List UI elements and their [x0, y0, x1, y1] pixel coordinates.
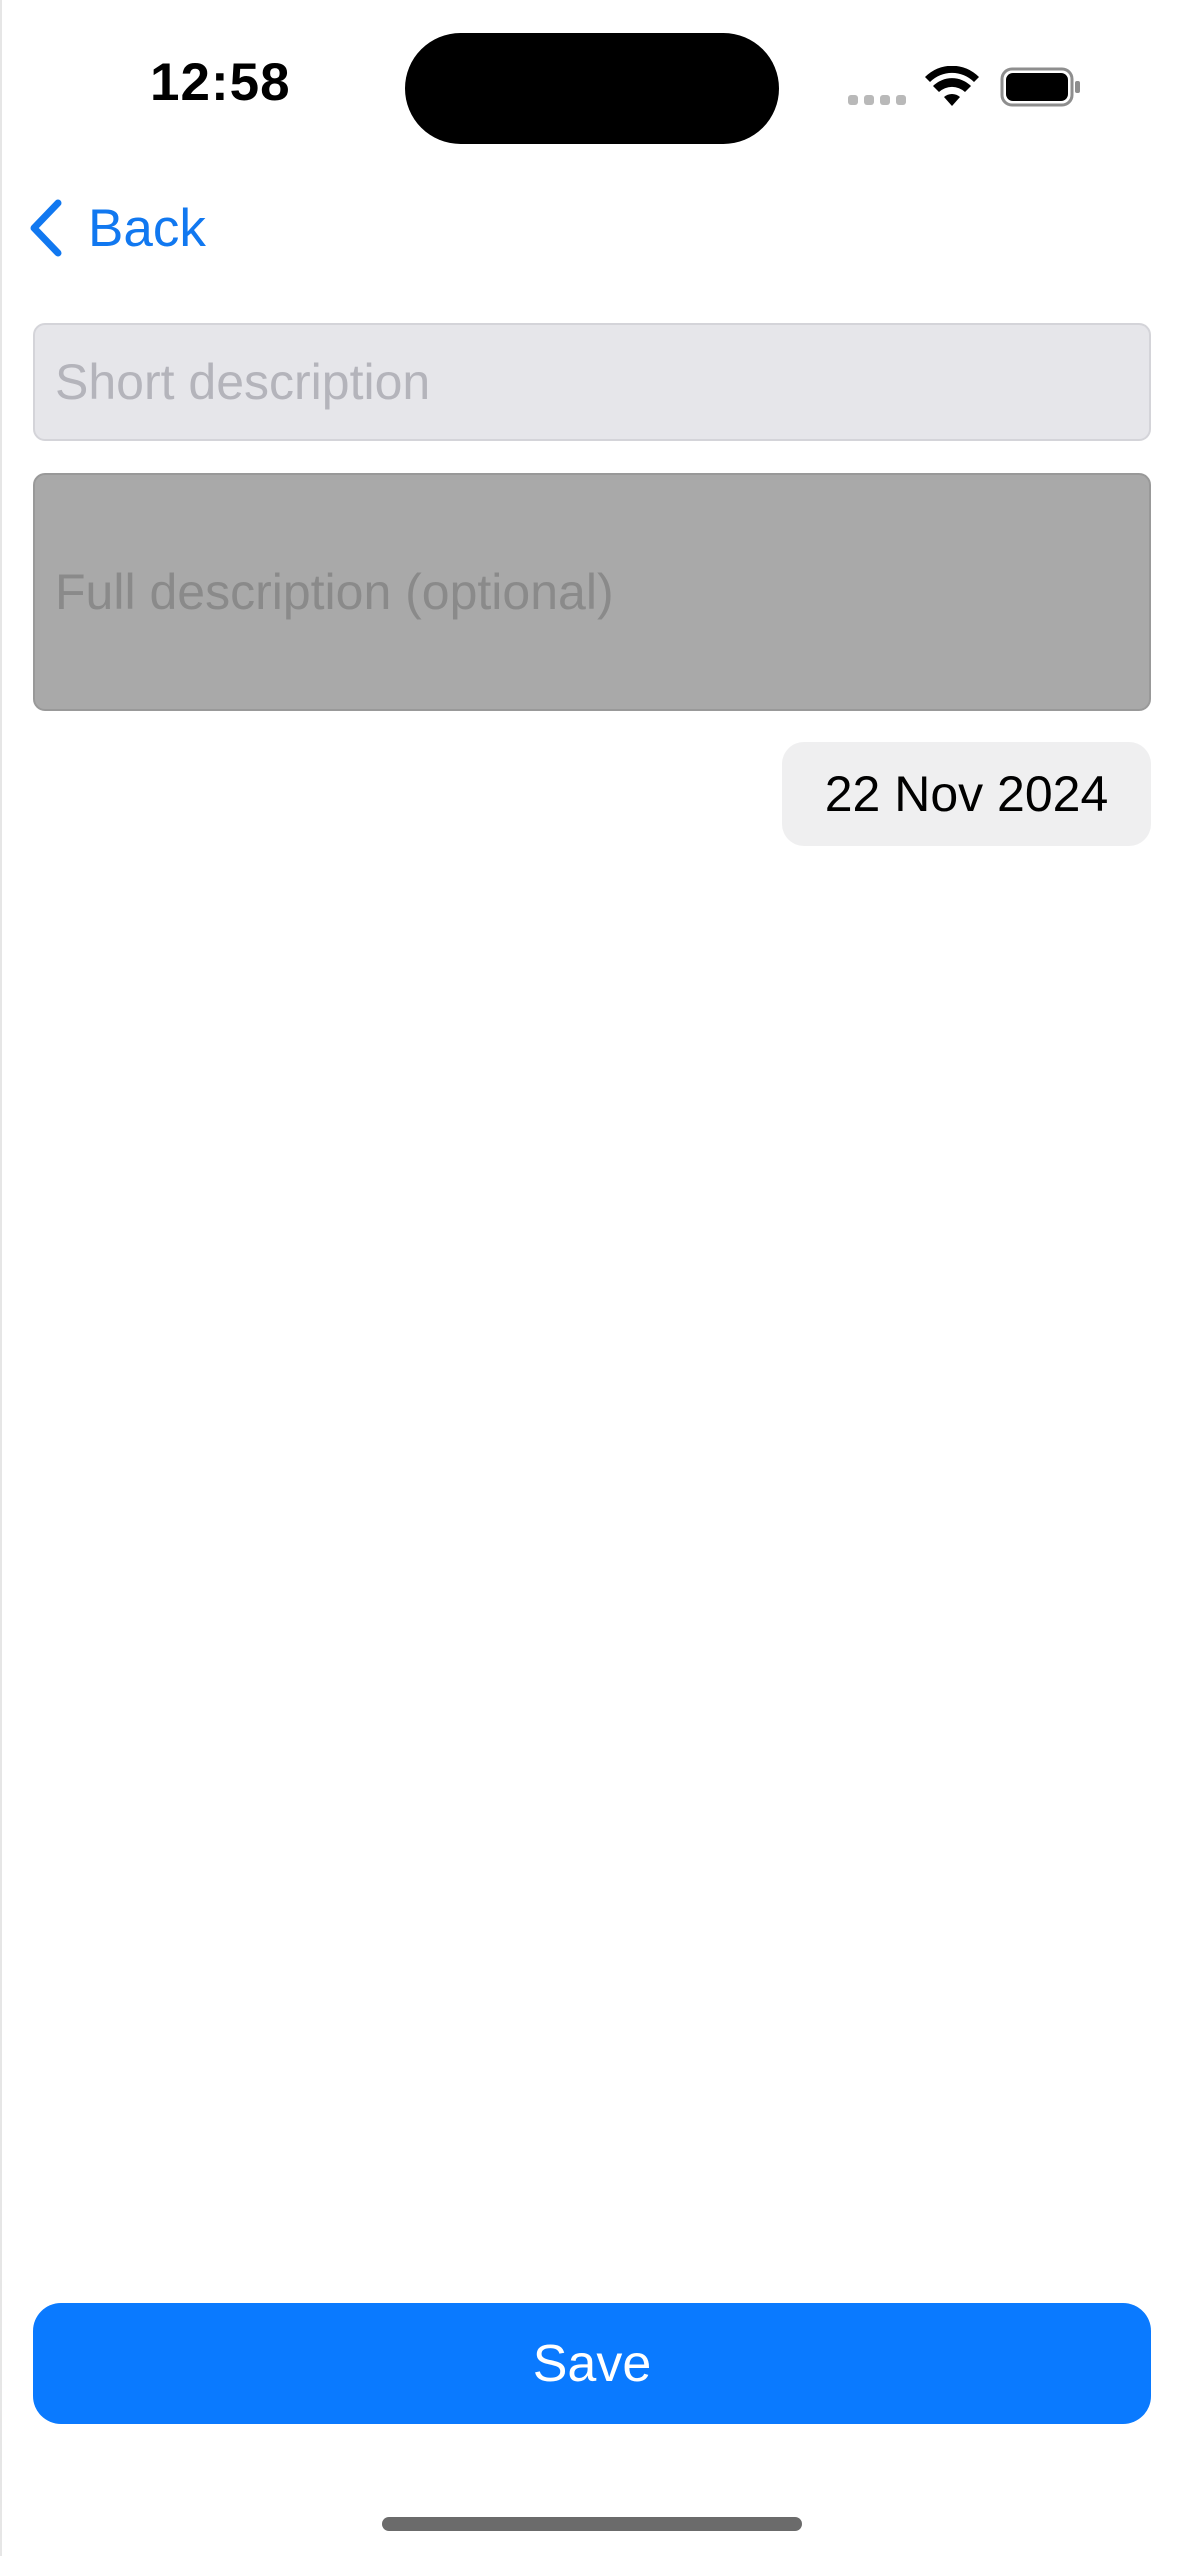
chevron-left-icon [30, 199, 62, 257]
save-button[interactable]: Save [33, 2303, 1151, 2424]
cellular-signal-icon [848, 95, 906, 105]
home-indicator[interactable] [382, 2517, 802, 2531]
short-description-input[interactable] [33, 323, 1151, 441]
status-time: 12:58 [150, 53, 291, 112]
dynamic-island [405, 33, 779, 144]
add-item-screen: 12:58 Back 22 Nov 2024 Save [0, 0, 1179, 2556]
back-button[interactable]: Back [28, 196, 206, 260]
back-label: Back [88, 198, 206, 258]
date-picker-button[interactable]: 22 Nov 2024 [782, 742, 1151, 846]
battery-icon [1000, 67, 1080, 107]
wifi-icon [925, 66, 979, 106]
full-description-input[interactable] [33, 473, 1151, 711]
